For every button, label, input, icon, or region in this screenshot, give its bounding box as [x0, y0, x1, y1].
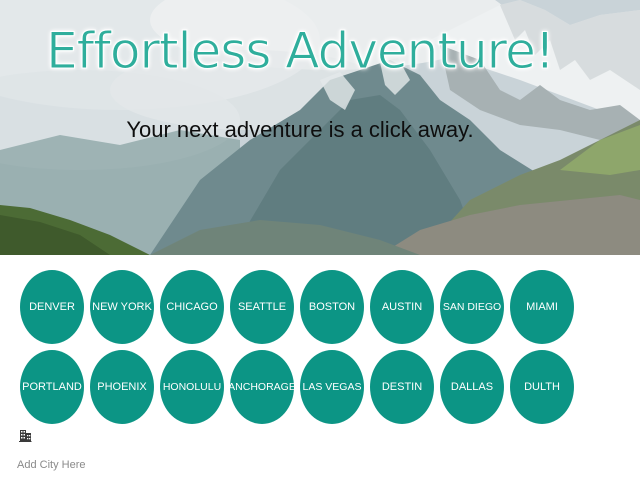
city-button-label: PORTLAND	[22, 381, 82, 393]
city-button-austin[interactable]: AUSTIN	[370, 270, 434, 344]
city-button-new-york[interactable]: NEW YORK	[90, 270, 154, 344]
city-button-san-diego[interactable]: SAN DIEGO	[440, 270, 504, 344]
city-button-portland[interactable]: PORTLAND	[20, 350, 84, 424]
city-button-label: ANCHORAGE	[228, 381, 296, 393]
city-button-seattle[interactable]: SEATTLE	[230, 270, 294, 344]
city-button-label: CHICAGO	[166, 301, 218, 313]
city-button-label: HONOLULU	[162, 381, 222, 393]
city-button-label: NEW YORK	[92, 301, 152, 313]
city-button-denver[interactable]: DENVER	[20, 270, 84, 344]
city-button-anchorage[interactable]: ANCHORAGE	[228, 350, 296, 424]
city-button-label: SEATTLE	[237, 301, 287, 313]
city-button-label: BOSTON	[308, 301, 356, 313]
city-button-label: MIAMI	[526, 301, 558, 313]
city-button-miami[interactable]: MIAMI	[510, 270, 574, 344]
city-button-las-vegas[interactable]: LAS VEGAS	[300, 350, 364, 424]
city-button-label: DESTIN	[381, 381, 423, 393]
city-button-grid: DENVER NEW YORK CHICAGO SEATTLE BOSTON A…	[20, 270, 580, 430]
city-building-icon	[19, 430, 32, 442]
page: Effortless Adventure! Your next adventur…	[0, 0, 640, 480]
city-button-label: SAN DIEGO	[442, 301, 502, 313]
city-row-1: DENVER NEW YORK CHICAGO SEATTLE BOSTON A…	[20, 270, 580, 344]
city-button-label: LAS VEGAS	[302, 381, 362, 393]
city-button-label: AUSTIN	[381, 301, 423, 313]
city-button-chicago[interactable]: CHICAGO	[160, 270, 224, 344]
city-button-dallas[interactable]: DALLAS	[440, 350, 504, 424]
city-button-label: DALLAS	[450, 381, 494, 393]
city-button-dulth[interactable]: DULTH	[510, 350, 574, 424]
hero-banner: Effortless Adventure! Your next adventur…	[0, 0, 640, 255]
city-button-destin[interactable]: DESTIN	[370, 350, 434, 424]
city-button-label: DULTH	[524, 381, 560, 393]
hero-title: Effortless Adventure!	[46, 22, 556, 81]
city-button-boston[interactable]: BOSTON	[300, 270, 364, 344]
city-button-label: PHOENIX	[97, 381, 147, 393]
city-button-label: DENVER	[29, 301, 75, 313]
add-city-input[interactable]	[17, 457, 177, 473]
hero-subtitle: Your next adventure is a click away.	[126, 117, 474, 142]
city-row-2: PORTLAND PHOENIX HONOLULU ANCHORAGE LAS …	[20, 350, 580, 424]
city-button-honolulu[interactable]: HONOLULU	[160, 350, 224, 424]
city-button-phoenix[interactable]: PHOENIX	[90, 350, 154, 424]
